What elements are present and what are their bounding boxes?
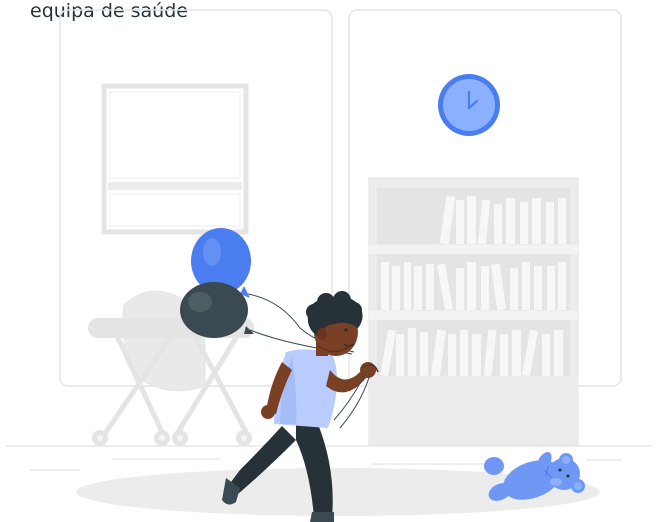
window-icon: [101, 83, 249, 235]
bookshelf-icon: [368, 177, 579, 446]
wall-clock-icon: [438, 74, 500, 136]
illustration-scene: [6, 9, 652, 522]
